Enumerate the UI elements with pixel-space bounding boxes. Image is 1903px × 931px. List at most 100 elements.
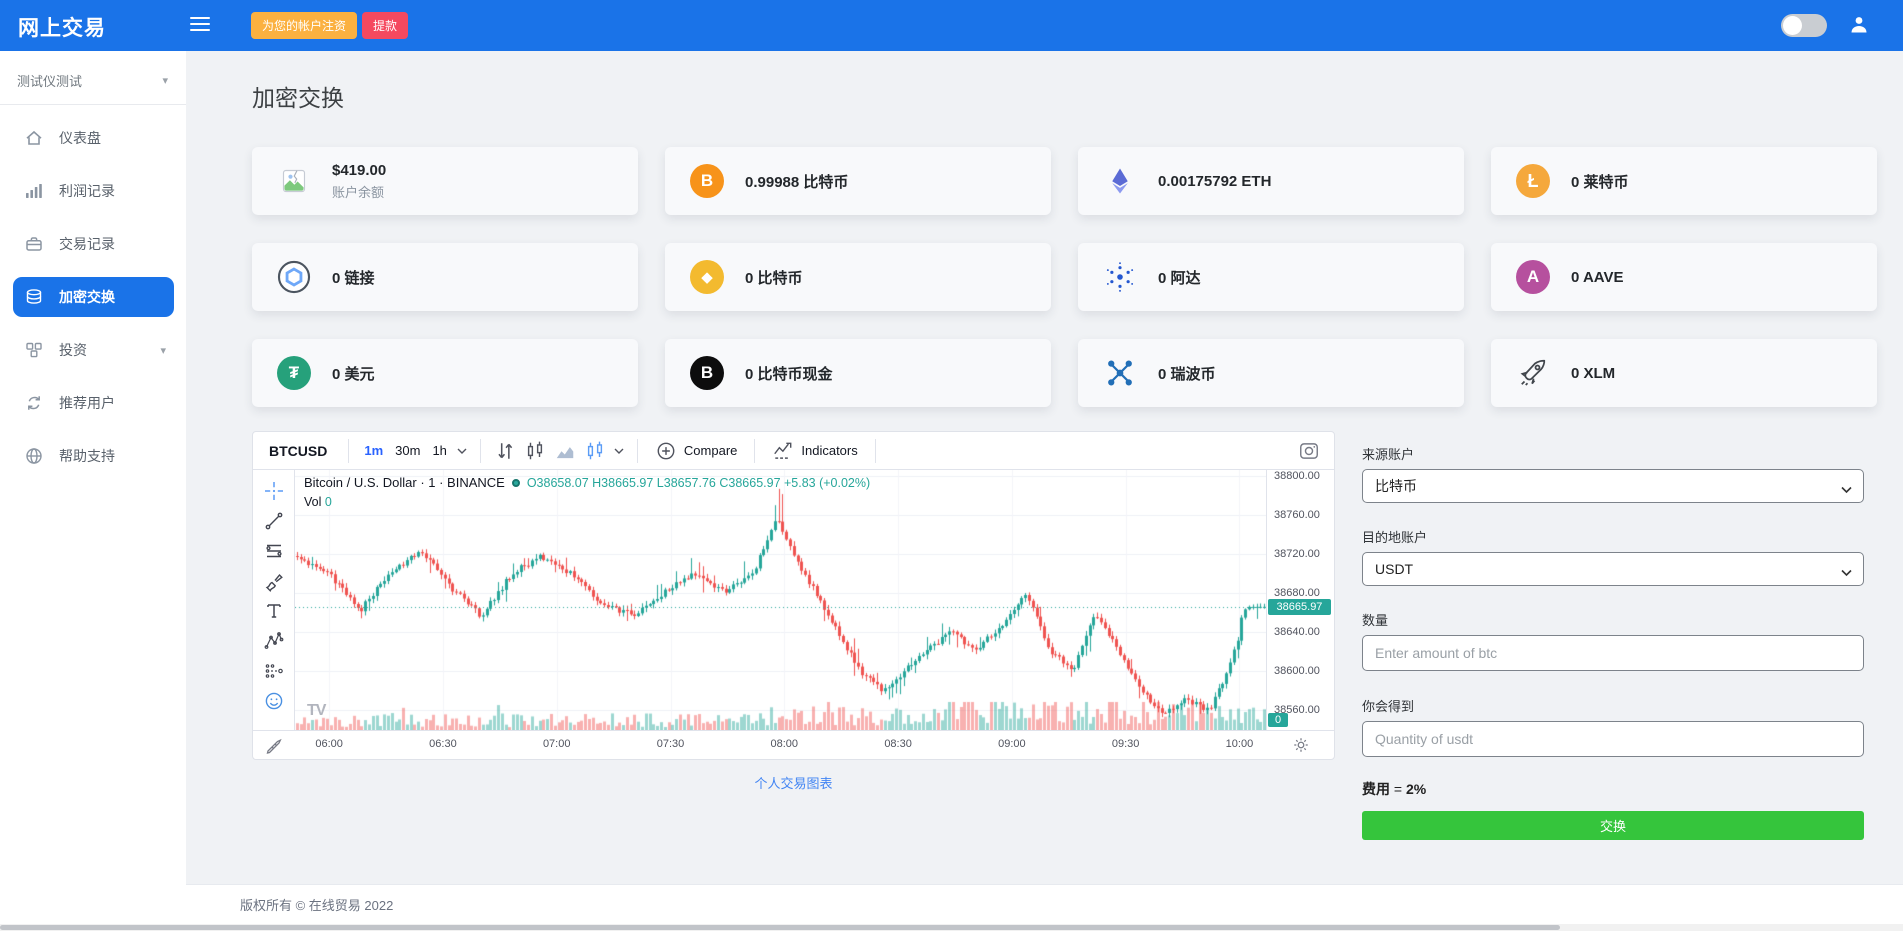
destination-account-select[interactable]: USDT (1362, 552, 1864, 586)
time-axis[interactable]: 06:0006:3007:0007:3008:0008:3009:0009:30… (295, 731, 1266, 759)
time-tick-label: 08:00 (771, 738, 799, 750)
theme-toggle[interactable] (1781, 14, 1827, 37)
time-tick-label: 07:30 (657, 738, 685, 750)
interval-group: 1m30m1h (358, 443, 453, 458)
toggle-knob (1783, 16, 1802, 35)
time-tick-label: 07:00 (543, 738, 571, 750)
price-tick-label: 38680.00 (1274, 587, 1320, 599)
coin-card-label: 0 阿达 (1158, 267, 1201, 288)
chart-style-bars-icon[interactable] (494, 440, 516, 462)
sidebar-item-label: 推荐用户 (59, 393, 115, 413)
chart-legend: Bitcoin / U.S. Dollar · 1 · BINANCE O386… (304, 475, 870, 490)
price-axis[interactable]: 38800.0038760.0038720.0038680.0038640.00… (1266, 470, 1334, 730)
destination-account-label: 目的地账户 (1362, 527, 1864, 546)
tradingview-logo[interactable]: TV (307, 702, 325, 720)
legend-title: Bitcoin / U.S. Dollar · 1 · BINANCE (304, 475, 505, 490)
coin-card: 0 链接 (252, 243, 638, 311)
coin-card-label: 0 美元 (332, 363, 375, 384)
sidebar-nav: 仪表盘 利润记录 交易记录 加密交换 投资 ▾ (0, 118, 186, 476)
coin-card-label: 0 瑞波币 (1158, 363, 1216, 384)
amount-input[interactable] (1362, 635, 1864, 671)
coin-card: Ł 0 莱特币 (1491, 147, 1877, 215)
user-profile-icon[interactable] (1849, 15, 1869, 35)
coin-card: B 0 比特币现金 (665, 339, 1051, 407)
measure-tool-icon[interactable] (265, 736, 283, 754)
chart-column: BTCUSD 1m30m1h (252, 431, 1335, 792)
horizontal-scrollbar-thumb[interactable] (0, 925, 1560, 930)
trend-line-icon[interactable] (263, 510, 285, 532)
coin-card-label: 0 XLM (1571, 365, 1615, 382)
ada-icon (1102, 259, 1138, 295)
xrp-icon (1102, 355, 1138, 391)
receive-label: 你会得到 (1362, 696, 1864, 715)
interval-button[interactable]: 1m (358, 443, 389, 458)
app-root: 网上交易 为您的帐户注资 提款 测试仪测试 ▾ 仪表盘 利润记录 (0, 0, 1903, 931)
balance-icon (276, 163, 312, 199)
sidebar-item[interactable]: 推荐用户 (0, 383, 186, 423)
sidebar-item-label: 仪表盘 (59, 128, 101, 148)
exchange-form: 来源账户 比特币 目的地账户 USDT 数量 你会得到 (1362, 431, 1864, 840)
compare-plus-icon (655, 440, 677, 462)
fib-retracement-icon[interactable] (263, 540, 285, 562)
bch-icon: B (689, 355, 725, 391)
sidebar-item[interactable]: 帮助支持 (0, 436, 186, 476)
xlm-icon (1515, 355, 1551, 391)
account-selector[interactable]: 测试仪测试 ▾ (0, 51, 186, 105)
crosshair-icon[interactable] (263, 480, 285, 502)
coin-card: ◆ 0 比特币 (665, 243, 1051, 311)
withdraw-button[interactable]: 提款 (362, 12, 408, 39)
main-content: 加密交换 $419.00 账户余额 B 0.99988 比特币 0.001757… (186, 51, 1903, 884)
deposit-button[interactable]: 为您的帐户注资 (251, 12, 357, 39)
brush-icon[interactable] (263, 570, 285, 592)
balance-value: $419.00 (332, 162, 386, 179)
camera-snapshot-icon[interactable] (1298, 440, 1320, 462)
chart-toolbar: BTCUSD 1m30m1h (253, 432, 1334, 470)
hamburger-menu-icon[interactable] (190, 17, 210, 33)
wallet-cards-grid: $419.00 账户余额 B 0.99988 比特币 0.00175792 ET… (252, 147, 1877, 407)
coin-card-label: 0 AAVE (1571, 269, 1624, 286)
sidebar-item[interactable]: 交易记录 (0, 224, 186, 264)
text-tool-icon[interactable] (263, 600, 285, 622)
cubes-icon (24, 340, 44, 360)
chevron-down-icon: ▾ (160, 344, 166, 357)
chevron-down-icon[interactable] (614, 443, 624, 458)
personal-chart-link[interactable]: 个人交易图表 (252, 773, 1335, 792)
chart-style-candles-icon[interactable] (524, 440, 546, 462)
chart-style-hollow-candles-icon[interactable] (584, 440, 606, 462)
coin-card-label: 0 比特币 (745, 267, 803, 288)
chevron-down-icon[interactable] (457, 443, 467, 458)
chart-style-area-icon[interactable] (554, 440, 576, 462)
forecast-tool-icon[interactable] (263, 660, 285, 682)
sidebar-item[interactable]: 加密交换 (13, 277, 174, 317)
receive-input[interactable] (1362, 721, 1864, 757)
app-title: 网上交易 (18, 12, 106, 42)
ltc-icon: Ł (1515, 163, 1551, 199)
xabcd-pattern-icon[interactable] (263, 630, 285, 652)
link-icon (276, 259, 312, 295)
price-tick-label: 38640.00 (1274, 626, 1320, 638)
sidebar-item-label: 帮助支持 (59, 446, 115, 466)
compare-button[interactable]: Compare (647, 440, 745, 462)
trade-section: BTCUSD 1m30m1h (252, 431, 1877, 840)
interval-button[interactable]: 30m (389, 443, 426, 458)
candlestick-chart[interactable] (295, 470, 1266, 730)
settings-gear-icon[interactable] (1292, 736, 1310, 754)
source-account-select[interactable]: 比特币 (1362, 469, 1864, 503)
swap-button[interactable]: 交换 (1362, 811, 1864, 840)
sidebar-item[interactable]: 投资 ▾ (0, 330, 186, 370)
symbol-label[interactable]: BTCUSD (263, 443, 339, 459)
price-tick-label: 38800.00 (1274, 470, 1320, 482)
interval-button[interactable]: 1h (426, 443, 452, 458)
sidebar: 测试仪测试 ▾ 仪表盘 利润记录 交易记录 加密交换 (0, 51, 186, 924)
coin-card-label: 0 比特币现金 (745, 363, 833, 384)
sidebar-item[interactable]: 利润记录 (0, 171, 186, 211)
emoji-tool-icon[interactable] (263, 690, 285, 712)
page-title: 加密交换 (252, 79, 1877, 113)
sidebar-item-label: 投资 (59, 340, 87, 360)
sidebar-item[interactable]: 仪表盘 (0, 118, 186, 158)
coin-card: 0.00175792 ETH (1078, 147, 1464, 215)
indicators-button[interactable]: Indicators (764, 440, 865, 462)
status-dot (512, 479, 520, 487)
bars-icon (24, 181, 44, 201)
source-account-label: 来源账户 (1362, 444, 1864, 463)
